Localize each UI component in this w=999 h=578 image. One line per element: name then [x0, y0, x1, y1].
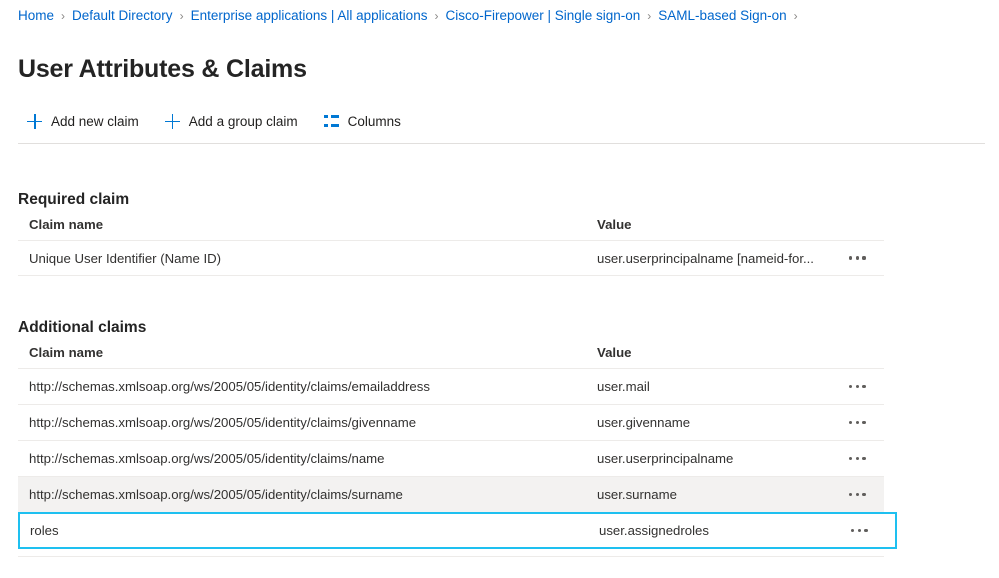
breadcrumb-separator-icon: › — [647, 9, 652, 23]
claim-value-cell: user.assignedroles — [599, 523, 709, 538]
breadcrumb-separator-icon: › — [793, 9, 798, 23]
table-row[interactable]: Unique User Identifier (Name ID) user.use… — [18, 240, 884, 276]
columns-button[interactable]: Columns — [315, 105, 412, 137]
plus-icon — [27, 113, 42, 129]
table-header-row: Claim name Value — [18, 208, 884, 240]
required-claim-heading: Required claim — [18, 190, 130, 208]
breadcrumb-item-2[interactable]: Enterprise applications | All applicatio… — [191, 5, 428, 27]
command-bar: Add new claim Add a group claim Columns — [18, 106, 418, 136]
additional-claims-rows: http://schemas.xmlsoap.org/ws/2005/05/id… — [18, 368, 897, 549]
breadcrumb-item-4[interactable]: SAML-based Sign-on — [658, 5, 786, 27]
column-header-value: Value — [597, 216, 632, 232]
table-row[interactable]: http://schemas.xmlsoap.org/ws/2005/05/id… — [18, 368, 884, 404]
claim-value-cell: user.userprincipalname [nameid-for... — [597, 250, 814, 266]
add-a-group-claim-button[interactable]: Add a group claim — [156, 105, 309, 137]
table-row[interactable]: http://schemas.xmlsoap.org/ws/2005/05/id… — [18, 440, 884, 476]
row-menu-cell — [849, 375, 884, 399]
claim-name-cell: http://schemas.xmlsoap.org/ws/2005/05/id… — [29, 487, 403, 502]
columns-icon — [323, 115, 339, 127]
add-new-claim-label: Add new claim — [51, 113, 139, 129]
additional-claims-table: Claim name Value http://schemas.xmlsoap.… — [18, 336, 897, 549]
table-row[interactable]: http://schemas.xmlsoap.org/ws/2005/05/id… — [18, 404, 884, 440]
claim-value-cell: user.mail — [597, 379, 650, 394]
breadcrumb-separator-icon: › — [179, 9, 184, 23]
columns-label: Columns — [347, 113, 401, 129]
claim-value-cell: user.givenname — [597, 415, 691, 430]
claim-name-cell: http://schemas.xmlsoap.org/ws/2005/05/id… — [29, 379, 430, 394]
table-row[interactable]: http://schemas.xmlsoap.org/ws/2005/05/id… — [18, 476, 884, 512]
claim-name-cell: http://schemas.xmlsoap.org/ws/2005/05/id… — [29, 415, 417, 430]
breadcrumb: Home › Default Directory › Enterprise applic… — [18, 5, 805, 27]
required-claim-table: Claim name Value Unique User Identifier … — [18, 208, 884, 276]
row-menu-cell — [851, 519, 886, 543]
row-menu-cell — [849, 246, 884, 270]
more-options-icon[interactable] — [849, 246, 884, 270]
more-options-icon[interactable] — [849, 411, 884, 435]
table-bottom-divider — [18, 556, 884, 557]
page-title: User Attributes & Claims — [18, 54, 307, 83]
row-menu-cell — [849, 411, 884, 435]
plus-icon — [164, 113, 180, 129]
claim-name-cell: roles — [30, 523, 59, 538]
add-new-claim-button[interactable]: Add new claim — [18, 105, 150, 137]
breadcrumb-item-1[interactable]: Default Directory — [72, 5, 173, 27]
more-options-icon[interactable] — [849, 483, 884, 507]
claim-value-cell: user.userprincipalname — [597, 451, 734, 466]
breadcrumb-item-0[interactable]: Home — [18, 5, 54, 27]
table-header-row: Claim name Value — [18, 336, 884, 368]
table-row[interactable]: roles user.assignedroles — [18, 512, 897, 549]
column-header-value: Value — [597, 344, 632, 360]
more-options-icon[interactable] — [849, 447, 884, 471]
breadcrumb-item-3[interactable]: Cisco-Firepower | Single sign-on — [445, 5, 640, 27]
additional-claims-heading: Additional claims — [18, 318, 147, 336]
row-menu-cell — [849, 483, 884, 507]
breadcrumb-separator-icon: › — [61, 9, 66, 23]
more-options-icon[interactable] — [849, 375, 884, 399]
row-menu-cell — [849, 447, 884, 471]
column-header-claim-name: Claim name — [29, 216, 104, 232]
claim-value-cell: user.surname — [597, 487, 677, 502]
claim-name-cell: Unique User Identifier (Name ID) — [29, 250, 222, 266]
more-options-icon[interactable] — [851, 519, 886, 543]
column-header-claim-name: Claim name — [29, 344, 104, 360]
add-a-group-claim-label: Add a group claim — [188, 113, 298, 129]
claim-name-cell: http://schemas.xmlsoap.org/ws/2005/05/id… — [29, 451, 385, 466]
required-claim-rows: Unique User Identifier (Name ID) user.use… — [18, 240, 884, 276]
toolbar-divider — [18, 143, 985, 144]
breadcrumb-separator-icon: › — [434, 9, 439, 23]
